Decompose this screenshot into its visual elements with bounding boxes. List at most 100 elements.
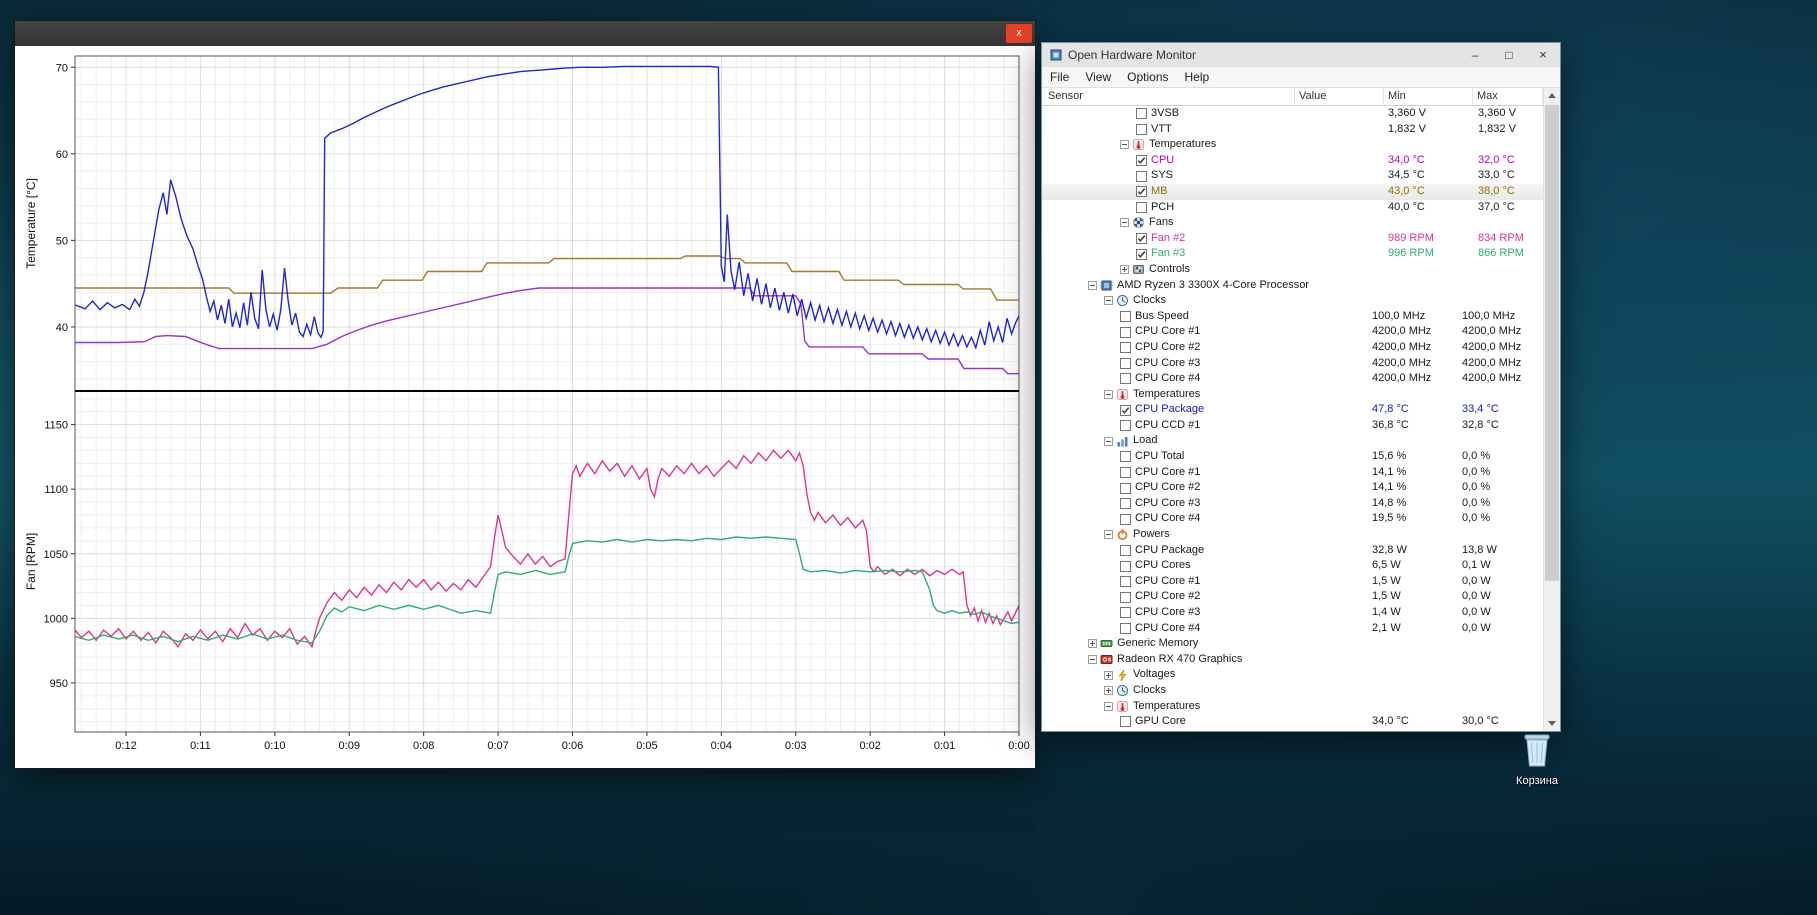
menu-options[interactable]: Options: [1119, 67, 1176, 87]
menu-file[interactable]: File: [1042, 67, 1077, 87]
tree-row[interactable]: CPU Core #11,5 W0,0 W6,5 W: [1042, 574, 1543, 590]
tree-row[interactable]: CPU Core #114,1 %0,0 %100,0 %: [1042, 465, 1543, 481]
sensor-checkbox[interactable]: [1134, 153, 1148, 168]
tree-row[interactable]: CPU Core #31,4 W0,0 W6,5 W: [1042, 605, 1543, 621]
tree-row[interactable]: Powers: [1042, 527, 1543, 543]
collapse-icon[interactable]: [1102, 434, 1115, 449]
expand-icon[interactable]: [1102, 668, 1115, 683]
tree-row[interactable]: Load: [1042, 433, 1543, 449]
sensor-checkbox[interactable]: [1118, 605, 1132, 620]
sensor-checkbox[interactable]: [1118, 543, 1132, 558]
sensor-checkbox[interactable]: [1134, 247, 1148, 262]
sensor-checkbox[interactable]: [1134, 122, 1148, 137]
tree-row[interactable]: Bus Speed100,0 MHz100,0 MHz100,0 MHz: [1042, 309, 1543, 325]
collapse-icon[interactable]: [1086, 652, 1099, 667]
tree-row[interactable]: Fan #3996 RPM866 RPM1069 RPM: [1042, 246, 1543, 262]
sensor-checkbox[interactable]: [1134, 106, 1148, 121]
tree-row[interactable]: MB43,0 °C38,0 °C48,0 °C: [1042, 183, 1543, 200]
sensor-checkbox[interactable]: [1118, 621, 1132, 636]
collapse-icon[interactable]: [1118, 215, 1131, 230]
expand-icon[interactable]: [1118, 262, 1131, 277]
sensor-checkbox[interactable]: [1118, 496, 1132, 511]
sensor-checkbox[interactable]: [1118, 714, 1132, 729]
collapse-icon[interactable]: [1102, 293, 1115, 308]
tree-row[interactable]: CPU Core #24200,0 MHz4200,0 MHz4200,0 MH…: [1042, 340, 1543, 356]
tree-row[interactable]: Temperatures: [1042, 387, 1543, 403]
sensor-checkbox[interactable]: [1118, 340, 1132, 355]
column-header-max[interactable]: Max: [1473, 88, 1543, 105]
recycle-bin-icon[interactable]: Корзина: [1504, 728, 1570, 787]
menu-help[interactable]: Help: [1177, 67, 1218, 87]
collapse-icon[interactable]: [1102, 699, 1115, 714]
menu-view[interactable]: View: [1077, 67, 1119, 87]
ohm-titlebar[interactable]: Open Hardware Monitor – □ ×: [1042, 43, 1560, 67]
tree-row[interactable]: CPU Total15,6 %0,0 %100,0 %: [1042, 449, 1543, 465]
expand-icon[interactable]: [1102, 683, 1115, 698]
sensor-checkbox[interactable]: [1118, 356, 1132, 371]
tree-row[interactable]: AMD Ryzen 3 3300X 4-Core Processor: [1042, 278, 1543, 294]
sensor-label: PCH: [1151, 200, 1175, 213]
vertical-scrollbar[interactable]: [1543, 88, 1560, 731]
sensor-checkbox[interactable]: [1134, 184, 1148, 199]
tree-row[interactable]: CPU Core #14200,0 MHz4200,0 MHz4200,0 MH…: [1042, 324, 1543, 340]
tree-row[interactable]: CPU Core #419,5 %0,0 %100,0 %: [1042, 511, 1543, 527]
collapse-icon[interactable]: [1102, 527, 1115, 542]
tree-row[interactable]: CPU Core #314,8 %0,0 %100,0 %: [1042, 496, 1543, 512]
tree-row[interactable]: Clocks: [1042, 293, 1543, 309]
close-button[interactable]: ×: [1526, 43, 1560, 67]
sensor-value: 4200,0 MHz: [1372, 356, 1432, 369]
column-header-min[interactable]: Min: [1384, 88, 1473, 105]
column-header-value[interactable]: Value: [1295, 88, 1384, 105]
sensor-checkbox[interactable]: [1118, 512, 1132, 527]
sensor-checkbox[interactable]: [1118, 574, 1132, 589]
scrollbar-thumb[interactable]: [1545, 105, 1559, 581]
tree-row[interactable]: Fans: [1042, 215, 1543, 231]
tree-row[interactable]: CPU34,0 °C32,0 °C45,0 °C: [1042, 153, 1543, 169]
sensor-checkbox[interactable]: [1118, 309, 1132, 324]
tree-row[interactable]: GPU Core34,0 °C30,0 °C41,0 °C: [1042, 714, 1543, 730]
scroll-up-icon[interactable]: [1544, 88, 1560, 103]
tree-row[interactable]: CPU CCD #136,8 °C32,8 °C71,8 °C: [1042, 418, 1543, 434]
tree-row[interactable]: 3VSB3,360 V3,360 V3,376 V: [1042, 106, 1543, 122]
sensor-checkbox[interactable]: [1134, 200, 1148, 215]
sensor-checkbox[interactable]: [1134, 231, 1148, 246]
sensor-checkbox[interactable]: [1134, 169, 1148, 184]
tree-row[interactable]: CPU Core #42,1 W0,0 W6,5 W: [1042, 621, 1543, 637]
tree-row[interactable]: Clocks: [1042, 683, 1543, 699]
tree-row[interactable]: CPU Core #34200,0 MHz4200,0 MHz4200,0 MH…: [1042, 356, 1543, 372]
tree-row[interactable]: CPU Cores6,5 W0,1 W26,0 W: [1042, 558, 1543, 574]
collapse-icon[interactable]: [1102, 387, 1115, 402]
sensor-checkbox[interactable]: [1118, 403, 1132, 418]
collapse-icon[interactable]: [1086, 278, 1099, 293]
tree-row[interactable]: Generic Memory: [1042, 636, 1543, 652]
sensor-checkbox[interactable]: [1118, 465, 1132, 480]
column-header-sensor[interactable]: Sensor: [1042, 88, 1295, 105]
tree-row[interactable]: CPU Core #214,1 %0,0 %100,0 %: [1042, 480, 1543, 496]
tree-row[interactable]: Controls: [1042, 262, 1543, 278]
tree-row[interactable]: VTT1,832 V1,832 V1,840 V: [1042, 122, 1543, 138]
plot-close-button[interactable]: x: [1006, 24, 1032, 43]
tree-row[interactable]: CPU Package32,8 W13,8 W52,7 W: [1042, 543, 1543, 559]
tree-row[interactable]: CPU Package47,8 °C33,4 °C70,3 °C: [1042, 402, 1543, 418]
sensor-checkbox[interactable]: [1118, 325, 1132, 340]
tree-row[interactable]: PCH40,0 °C37,0 °C41,0 °C: [1042, 200, 1543, 216]
sensor-checkbox[interactable]: [1118, 590, 1132, 605]
sensor-checkbox[interactable]: [1118, 371, 1132, 386]
tree-row[interactable]: Fan #2989 RPM834 RPM1141 RPM: [1042, 231, 1543, 247]
tree-row[interactable]: Radeon RX 470 Graphics: [1042, 652, 1543, 668]
tree-row[interactable]: Temperatures: [1042, 137, 1543, 153]
expand-icon[interactable]: [1086, 636, 1099, 651]
collapse-icon[interactable]: [1118, 137, 1131, 152]
tree-row[interactable]: SYS34,5 °C33,0 °C35,5 °C: [1042, 168, 1543, 184]
tree-row[interactable]: CPU Core #21,5 W0,0 W6,5 W: [1042, 589, 1543, 605]
sensor-checkbox[interactable]: [1118, 418, 1132, 433]
sensor-checkbox[interactable]: [1118, 559, 1132, 574]
sensor-checkbox[interactable]: [1118, 449, 1132, 464]
maximize-button[interactable]: □: [1492, 43, 1526, 67]
sensor-checkbox[interactable]: [1118, 481, 1132, 496]
tree-row[interactable]: CPU Core #44200,0 MHz4200,0 MHz4200,0 MH…: [1042, 371, 1543, 387]
tree-row[interactable]: Temperatures: [1042, 699, 1543, 715]
minimize-button[interactable]: –: [1458, 43, 1492, 67]
tree-row[interactable]: Voltages: [1042, 667, 1543, 683]
plot-window-titlebar[interactable]: x: [15, 21, 1035, 46]
